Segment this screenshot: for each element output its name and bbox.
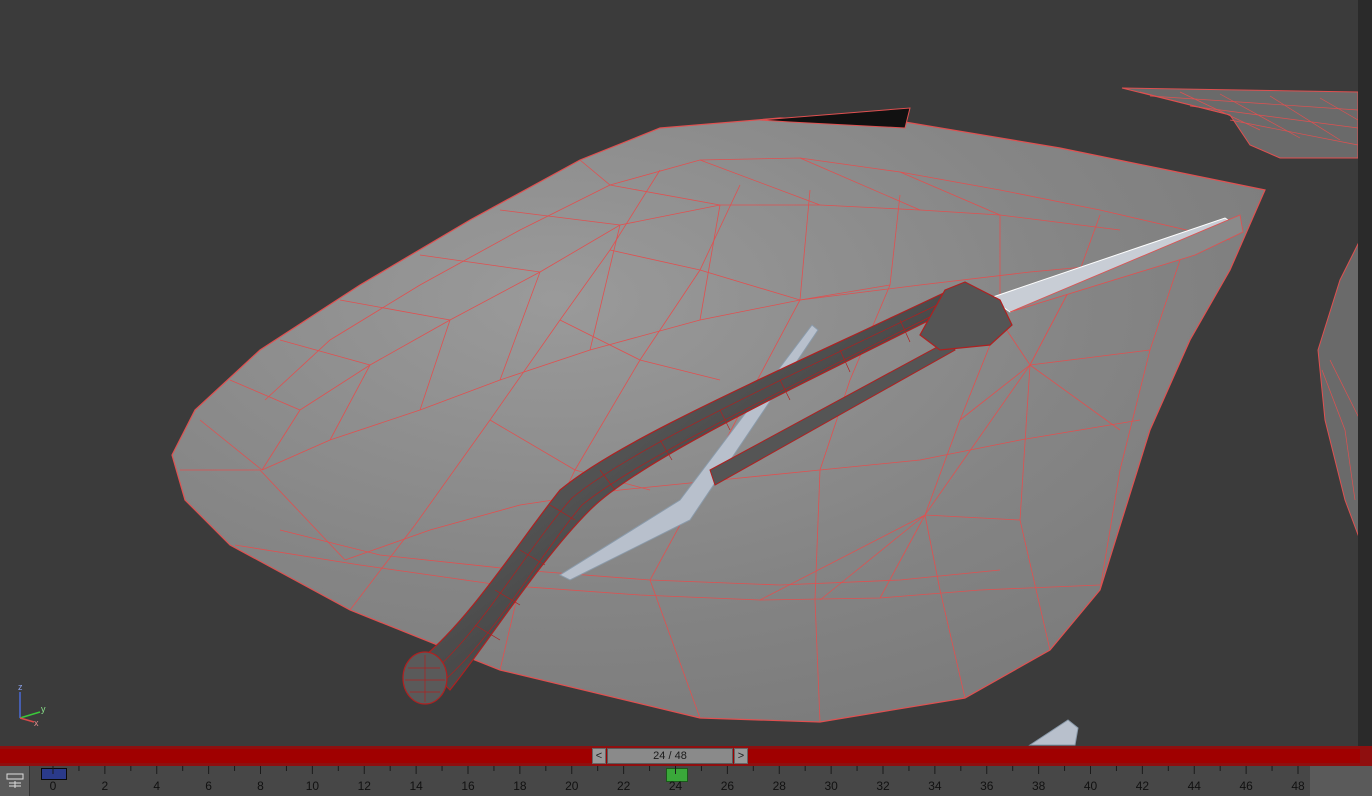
trackbar-tick-label: 42 (1135, 779, 1150, 793)
trackbar-tick-label: 20 (565, 779, 579, 793)
perspective-viewport[interactable]: z y x (0, 0, 1372, 746)
trackbar-tick-label: 16 (461, 779, 475, 793)
trackbar-tick-label: 46 (1239, 779, 1253, 793)
trackbar-end-cap (1310, 766, 1372, 796)
trackbar-tick-label: 30 (824, 779, 838, 793)
axis-x-label: x (34, 718, 39, 728)
trackbar-tick-label: 2 (101, 779, 109, 793)
trackbar-tick-label: 10 (305, 779, 320, 793)
trackbar-tick-label: 40 (1083, 779, 1098, 793)
trackbar-tick-label: 28 (772, 779, 786, 793)
trackbar-tick-label: 34 (928, 779, 942, 793)
trackbar-tick-label: 36 (980, 779, 994, 793)
trackbar-tick-label: 0 (49, 779, 57, 793)
trackbar-tick-label: 14 (409, 779, 423, 793)
trackbar-tick-label: 18 (513, 779, 527, 793)
trackbar-tick-label: 44 (1187, 779, 1201, 793)
mesh-fragment[interactable] (1028, 719, 1079, 746)
axis-z-label: z (18, 682, 23, 692)
viewport-scrollbar[interactable] (1358, 0, 1372, 746)
trackbar-ruler[interactable]: 0 2 4 6 8 10 12 14 16 18 20 22 24 26 28 30 32 34 36 38 40 42 4… (40, 766, 1310, 796)
trackbar[interactable]: 0 2 4 6 8 10 12 14 16 18 20 22 24 26 28 30 32 34 36 38 40 42 4… (0, 766, 1372, 796)
trackbar-tick-label: 24 (668, 779, 683, 793)
trackbar-config-icon[interactable] (0, 766, 30, 796)
axis-gizmo: z y x (18, 682, 46, 728)
trackbar-tick-label: 6 (205, 779, 212, 793)
trackbar-tick-label: 12 (357, 779, 371, 793)
time-slider[interactable]: < 24 / 48 > (0, 746, 1372, 766)
trackbar-tick-label: 48 (1291, 779, 1305, 793)
trackbar-tick-label: 22 (616, 779, 631, 793)
trackbar-tick-label: 26 (720, 779, 735, 793)
trackbar-tick-label: 32 (876, 779, 890, 793)
scene-canvas[interactable]: z y x (0, 0, 1372, 746)
side-panel-mesh[interactable] (1317, 239, 1361, 541)
axis-y-label: y (41, 704, 46, 714)
trackbar-tick-label: 8 (257, 779, 264, 793)
roof-panel-mesh[interactable] (1121, 87, 1359, 159)
time-slider-thumb[interactable]: 24 / 48 (607, 748, 733, 764)
prev-frame-button[interactable]: < (592, 748, 606, 764)
next-frame-button[interactable]: > (734, 748, 748, 764)
trackbar-tick-label: 4 (153, 779, 161, 793)
trackbar-tick-label: 38 (1031, 779, 1046, 793)
